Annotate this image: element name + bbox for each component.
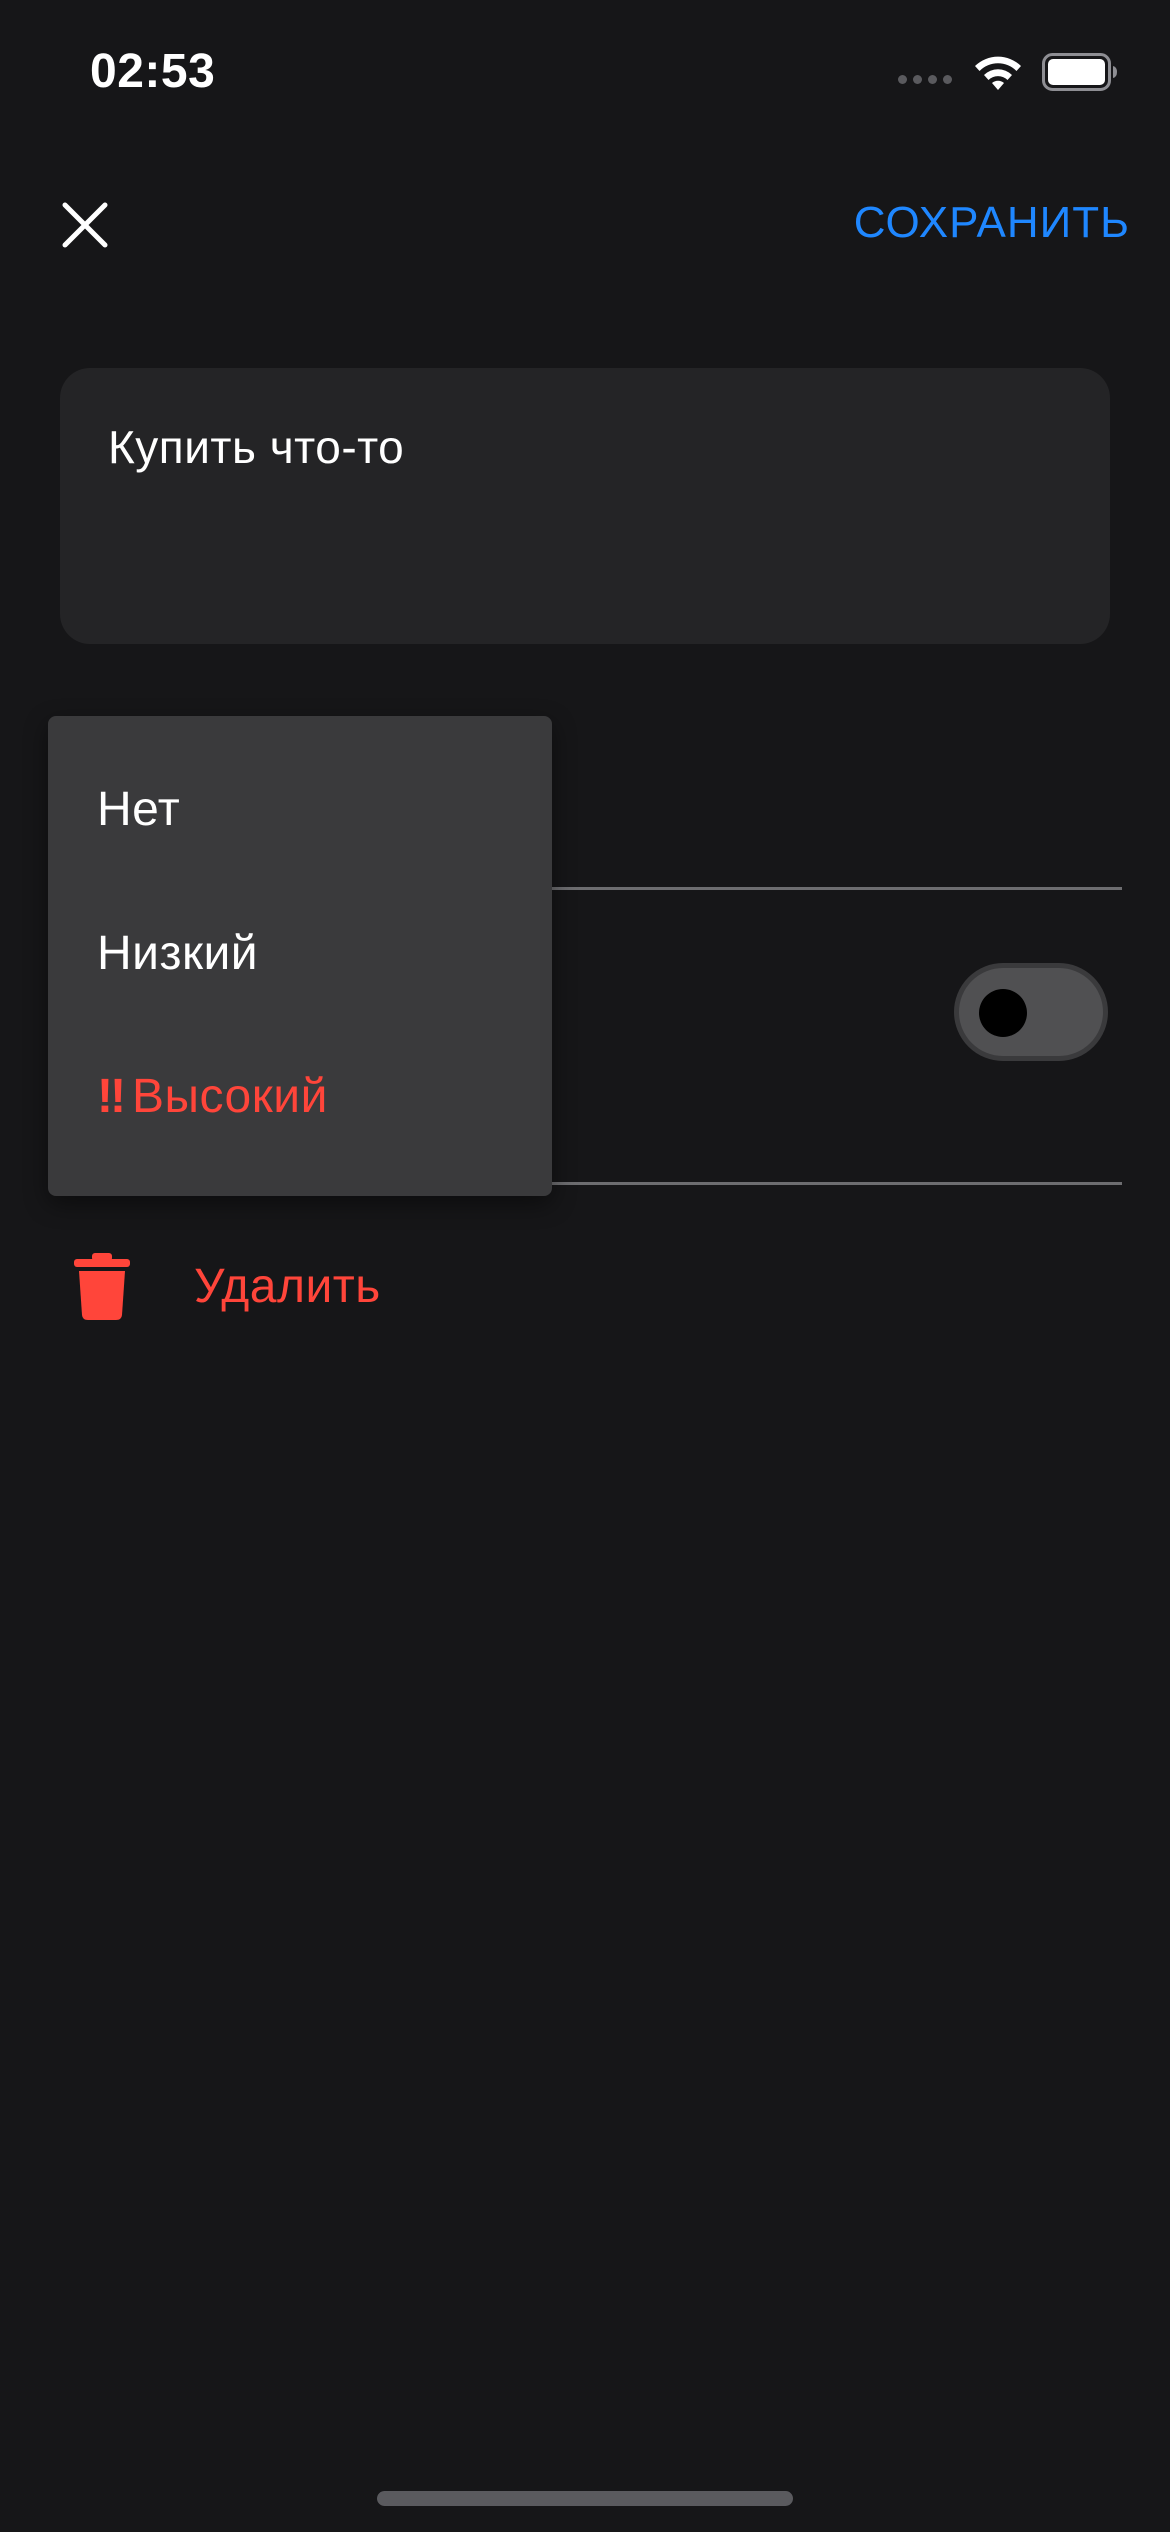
delete-button[interactable]: Удалить (72, 1248, 381, 1324)
close-button[interactable] (50, 190, 120, 260)
trash-icon (74, 1253, 130, 1320)
task-text-field[interactable]: Купить что-то (60, 368, 1110, 644)
status-icons (898, 50, 1118, 94)
priority-option-low[interactable]: Низкий (97, 926, 258, 981)
priority-option-label: Нет (97, 783, 181, 836)
priority-option-high[interactable]: ‼ Высокий (97, 1069, 328, 1124)
priority-menu: Нет Низкий ‼ Высокий (48, 716, 552, 1196)
deadline-toggle[interactable] (954, 963, 1108, 1061)
status-time: 02:53 (90, 45, 216, 98)
priority-option-label: Высокий (132, 1070, 328, 1123)
save-button[interactable]: СОХРАНИТЬ (854, 198, 1130, 248)
priority-option-label: Низкий (97, 927, 259, 980)
delete-label: Удалить (194, 1259, 381, 1313)
close-icon (62, 202, 108, 248)
toggle-knob (979, 989, 1027, 1037)
task-text[interactable]: Купить что-то (108, 420, 1062, 474)
home-indicator[interactable] (377, 2491, 793, 2506)
battery-icon (1042, 53, 1117, 91)
high-priority-icon: ‼ (97, 1070, 126, 1123)
wifi-icon (975, 56, 1021, 90)
signal-icon (898, 74, 952, 84)
priority-option-none[interactable]: Нет (97, 782, 180, 837)
